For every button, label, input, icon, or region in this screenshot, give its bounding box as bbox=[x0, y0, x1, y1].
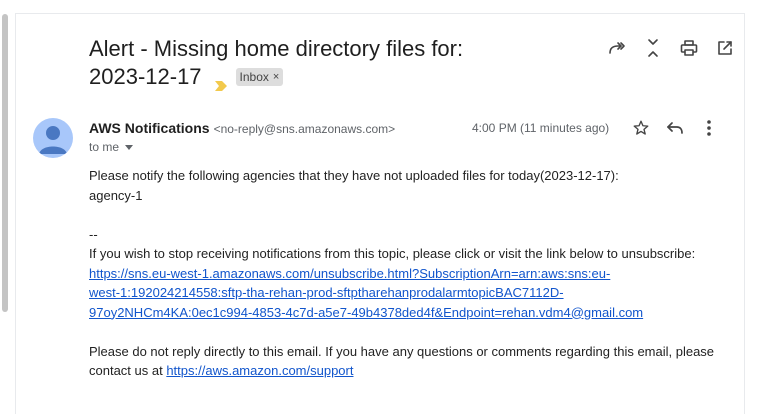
email-subject: Alert - Missing home directory files for… bbox=[89, 35, 559, 91]
message-time: 4:00 PM (11 minutes ago) bbox=[472, 121, 610, 135]
collapse-all-icon[interactable] bbox=[635, 38, 671, 58]
unsubscribe-link[interactable]: west-1:192024214558:sftp-tha-rehan-prod-… bbox=[89, 285, 564, 300]
signature-separator: -- bbox=[89, 226, 98, 242]
message-actions bbox=[624, 118, 726, 138]
unsubscribe-link[interactable]: https://sns.eu-west-1.amazonaws.com/unsu… bbox=[89, 266, 610, 281]
scrollbar-thumb[interactable] bbox=[2, 14, 8, 312]
thread-toolbar bbox=[599, 38, 743, 58]
forward-all-icon[interactable] bbox=[599, 38, 635, 58]
inbox-label-text: Inbox bbox=[239, 70, 269, 84]
star-icon[interactable] bbox=[624, 118, 658, 138]
avatar-icon[interactable] bbox=[33, 118, 73, 158]
footer-text: Please do not reply directly to this ema… bbox=[89, 343, 715, 359]
subject-line-1: Alert - Missing home directory files for… bbox=[89, 36, 464, 61]
inbox-label-chip[interactable]: Inbox × bbox=[235, 68, 284, 86]
unsubscribe-link[interactable]: 97oy2NHCm4KA:0ec1c994-4853-4c7d-a5e7-49b… bbox=[89, 305, 643, 320]
body-line: agency-1 bbox=[89, 187, 143, 203]
more-vert-icon[interactable] bbox=[692, 118, 726, 138]
reply-icon[interactable] bbox=[658, 118, 692, 138]
print-icon[interactable] bbox=[671, 38, 707, 58]
to-label: to me bbox=[89, 140, 120, 154]
sender-email: <no-reply@sns.amazonaws.com> bbox=[213, 122, 396, 136]
sender-name[interactable]: AWS Notifications bbox=[89, 120, 210, 136]
open-in-new-window-icon[interactable] bbox=[707, 38, 743, 58]
support-link[interactable]: https://aws.amazon.com/support bbox=[166, 363, 353, 378]
footer-contact: contact us at https://aws.amazon.com/sup… bbox=[89, 361, 729, 381]
chevron-down-icon bbox=[125, 144, 134, 150]
unsubscribe-link-block: https://sns.eu-west-1.amazonaws.com/unsu… bbox=[89, 264, 729, 323]
recipient-details-toggle[interactable]: to me bbox=[89, 140, 134, 154]
subject-line-2: 2023-12-17 Inbox × bbox=[89, 63, 559, 91]
subject-date: 2023-12-17 bbox=[89, 64, 202, 89]
remove-label-icon[interactable]: × bbox=[273, 68, 279, 86]
importance-marker-icon[interactable] bbox=[214, 71, 228, 91]
footer-contact-text: contact us at bbox=[89, 363, 167, 378]
scrollbar-track[interactable] bbox=[0, 0, 10, 414]
unsubscribe-text: If you wish to stop receiving notificati… bbox=[89, 246, 696, 261]
sender-row: AWS Notifications <no-reply@sns.amazonaw… bbox=[89, 120, 395, 136]
body-line: Please notify the following agencies tha… bbox=[89, 168, 619, 183]
email-body: Please notify the following agencies tha… bbox=[89, 166, 729, 381]
